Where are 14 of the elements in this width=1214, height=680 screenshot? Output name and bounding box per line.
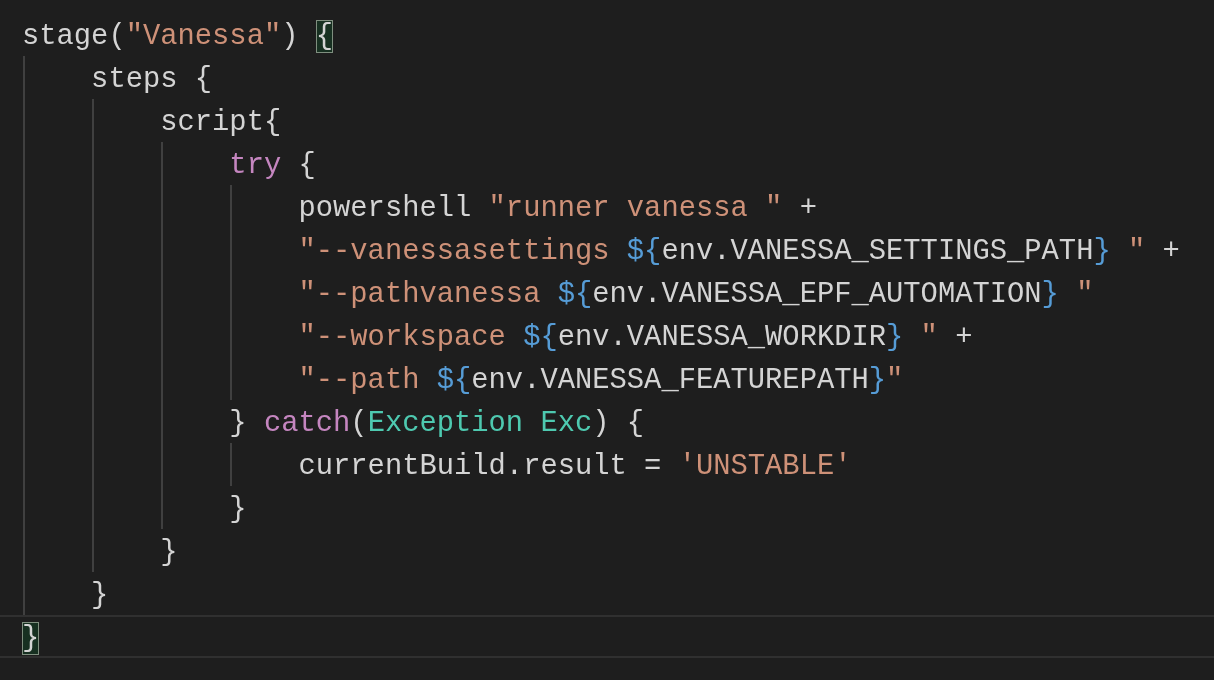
code-line: "--path ${env.VANESSA_FEATUREPATH}" <box>297 364 904 397</box>
code-line: "--pathvanessa ${env.VANESSA_EPF_AUTOMATION} " <box>297 278 1094 311</box>
code-line: steps { <box>90 63 213 96</box>
code-line: "--vanessasettings ${env.VANESSA_SETTINGS_PATH} " + <box>297 235 1180 268</box>
code-line: } <box>90 579 109 612</box>
code-line: try { <box>228 149 316 182</box>
code-line: } <box>159 536 178 569</box>
code-line: } <box>228 493 247 526</box>
code-line: stage("Vanessa") { <box>22 20 334 53</box>
code-line: powershell "runner vanessa " + <box>297 192 817 225</box>
code-line: "--workspace ${env.VANESSA_WORKDIR} " + <box>297 321 973 354</box>
code-line: currentBuild.result = 'UNSTABLE' <box>297 450 852 483</box>
code-line: script{ <box>159 106 282 139</box>
code-line: } catch(Exception Exc) { <box>228 407 645 440</box>
